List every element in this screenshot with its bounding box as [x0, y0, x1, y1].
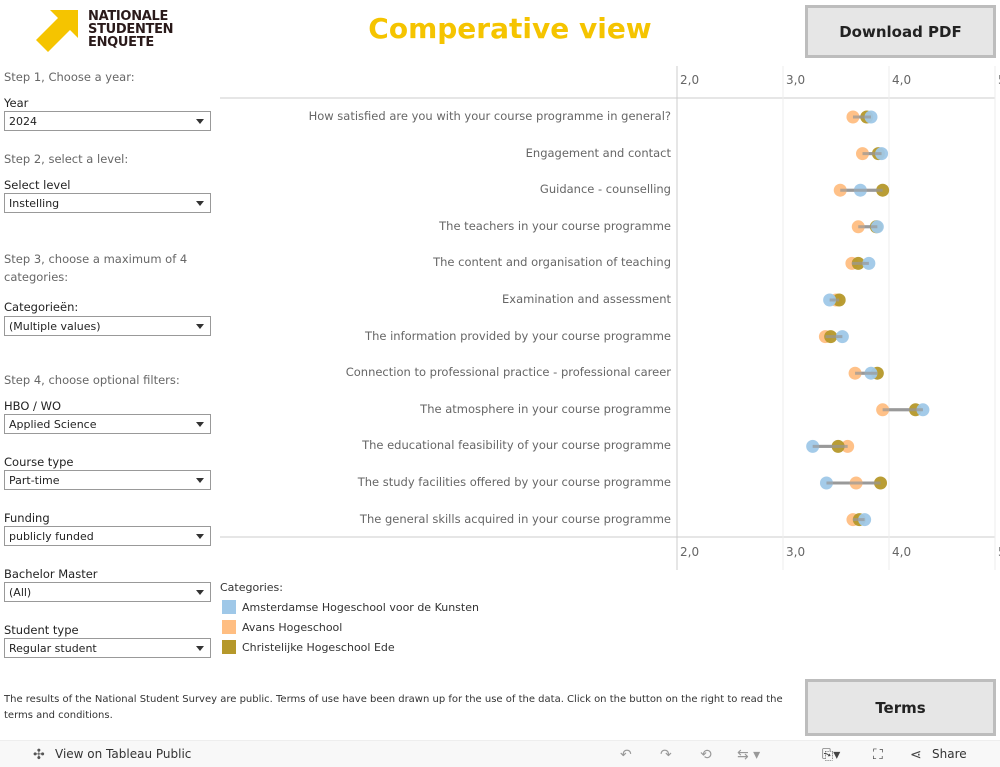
legend-label: Amsterdamse Hogeschool voor de Kunsten — [242, 600, 479, 614]
tableau-icon: ✣ — [33, 747, 45, 763]
student-type-select[interactable]: Regular student — [4, 638, 211, 658]
legend-item[interactable]: Amsterdamse Hogeschool voor de Kunsten — [222, 600, 479, 614]
x-tick-label: 2,0 — [680, 545, 700, 559]
legend-label: Avans Hogeschool — [242, 620, 343, 634]
legend-label: Christelijke Hogeschool Ede — [242, 640, 395, 654]
terms-button[interactable]: Terms — [805, 679, 996, 736]
legend-item[interactable]: Avans Hogeschool — [222, 620, 342, 634]
x-tick-label: 3,0 — [786, 73, 806, 87]
category-label: Engagement and contact — [525, 145, 671, 160]
chevron-down-icon — [196, 590, 204, 595]
bachelor-master-value: (All) — [9, 586, 32, 599]
category-label: The information provided by your course … — [365, 328, 671, 343]
legend-swatch — [222, 620, 236, 634]
view-on-tableau-link[interactable]: View on Tableau Public — [55, 747, 191, 761]
category-label: The general skills acquired in your cour… — [359, 511, 671, 526]
redo-icon[interactable]: ↷ — [660, 747, 672, 763]
x-tick-label: 4,0 — [892, 73, 912, 87]
fullscreen-icon[interactable]: ⛶ — [873, 747, 883, 763]
undo-icon[interactable]: ↶ — [620, 747, 632, 763]
dumbbell-chart: 2,02,03,03,04,04,05,05,0How satisfied ar… — [0, 0, 1000, 580]
category-label: The study facilities offered by your cou… — [357, 475, 671, 489]
revert-icon[interactable]: ⟲ — [700, 747, 712, 763]
chart-plot-area — [220, 66, 996, 570]
student-type-value: Regular student — [9, 642, 97, 655]
chevron-down-icon — [196, 646, 204, 651]
student-type-label: Student type — [4, 623, 79, 637]
x-tick-label: 4,0 — [892, 545, 912, 559]
legend-swatch — [222, 600, 236, 614]
bachelor-master-select[interactable]: (All) — [4, 582, 211, 602]
share-icon[interactable]: ⋖ — [910, 747, 922, 763]
x-tick-label: 2,0 — [680, 73, 700, 87]
share-button[interactable]: Share — [932, 747, 967, 761]
category-label: Connection to professional practice - pr… — [345, 365, 671, 380]
refresh-icon[interactable]: ⇆ ▾ — [737, 747, 760, 763]
x-tick-label: 3,0 — [786, 545, 806, 559]
category-label: The atmosphere in your course programme — [420, 401, 671, 416]
category-label: How satisfied are you with your course p… — [308, 109, 671, 123]
category-label: The content and organisation of teaching — [433, 255, 671, 270]
download-icon[interactable]: ⎘▾ — [822, 747, 840, 763]
category-label: Guidance - counselling — [539, 182, 671, 197]
terms-text: The results of the National Student Surv… — [4, 694, 783, 721]
category-label: The educational feasibility of your cour… — [362, 438, 671, 453]
category-label: The teachers in your course programme — [439, 218, 671, 233]
category-label: Examination and assessment — [502, 292, 671, 306]
tableau-footer: ✣ View on Tableau Public ↶ ↷ ⟲ ⇆ ▾ ⎘▾ ⛶ … — [0, 740, 1000, 767]
legend-item[interactable]: Christelijke Hogeschool Ede — [222, 640, 395, 654]
legend-title: Categories: — [220, 581, 283, 594]
legend-swatch — [222, 640, 236, 654]
